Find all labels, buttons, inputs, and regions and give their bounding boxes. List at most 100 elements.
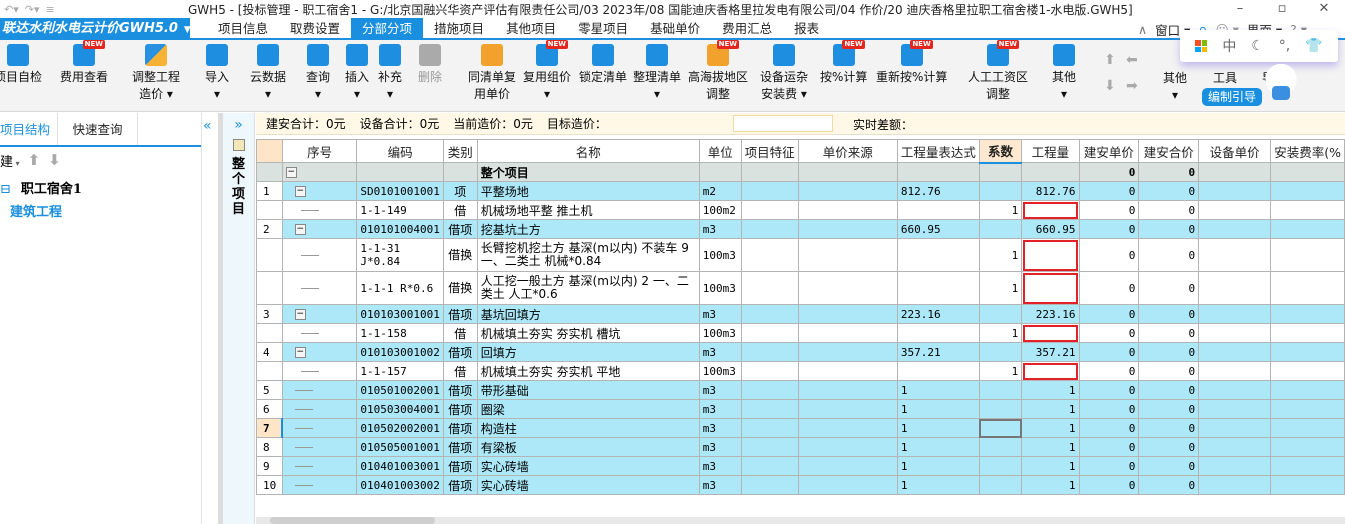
install-rate-cell[interactable] <box>1270 271 1345 305</box>
quantity-expression-cell[interactable]: 1 <box>896 418 980 438</box>
collapse-icon[interactable]: − <box>294 186 306 197</box>
row-number[interactable] <box>256 200 283 220</box>
unit-cell[interactable]: m3 <box>698 304 742 324</box>
quantity-cell[interactable]: 1 <box>1021 475 1080 495</box>
toolbar-button-5[interactable]: 查询 ▾ <box>306 44 330 103</box>
row-number[interactable]: 4 <box>256 342 283 362</box>
tree-cell[interactable] <box>281 361 358 381</box>
quantity-cell[interactable]: 660.95 <box>1021 219 1080 239</box>
quantity-cell[interactable]: 223.16 <box>1021 304 1080 324</box>
total-price-cell[interactable]: 0 <box>1138 304 1200 324</box>
code-cell[interactable]: 1-1-1 R*0.6 <box>356 271 444 305</box>
install-rate-cell[interactable] <box>1270 238 1345 272</box>
tree-cell[interactable] <box>281 271 358 305</box>
price-source-cell[interactable] <box>797 181 898 201</box>
tree-cell[interactable] <box>281 456 358 476</box>
menu-tab-3[interactable]: 措施项目 <box>423 18 495 40</box>
code-cell[interactable]: 1-1-149 <box>356 200 444 220</box>
install-rate-cell[interactable] <box>1270 219 1345 239</box>
name-cell[interactable]: 回填方 <box>476 342 700 362</box>
equipment-price-cell[interactable] <box>1198 200 1272 220</box>
total-price-cell[interactable]: 0 <box>1138 323 1200 343</box>
table-row[interactable]: 10 010401003002 借项 实心砖墙 m3 1 1 0 0 <box>256 475 1345 495</box>
total-price-cell[interactable]: 0 <box>1138 219 1200 239</box>
punctuation-icon[interactable]: °, <box>1279 38 1290 54</box>
equipment-price-cell[interactable] <box>1198 437 1272 457</box>
menu-tab-0[interactable]: 项目信息 <box>207 18 279 40</box>
unit-price-cell[interactable]: 0 <box>1078 342 1140 362</box>
unit-price-cell[interactable]: 0 <box>1078 200 1140 220</box>
code-cell[interactable]: 1-1-158 <box>356 323 444 343</box>
tree-cell[interactable]: − <box>281 162 358 182</box>
total-price-cell[interactable]: 0 <box>1138 181 1200 201</box>
name-cell[interactable]: 平整场地 <box>476 181 700 201</box>
tree-root[interactable]: ⊟ 职工宿舍1 <box>0 177 201 203</box>
row-number[interactable] <box>256 323 283 343</box>
category-cell[interactable]: 借项 <box>442 418 478 438</box>
row-number[interactable]: 6 <box>256 399 283 419</box>
install-rate-cell[interactable] <box>1270 304 1345 324</box>
code-cell[interactable]: 010103001002 <box>356 342 444 362</box>
column-header-2[interactable]: 类别 <box>442 139 478 163</box>
code-cell[interactable]: 010103001001 <box>356 304 444 324</box>
install-rate-cell[interactable] <box>1270 323 1345 343</box>
column-header-4[interactable]: 单位 <box>698 139 742 163</box>
quantity-expression-cell[interactable]: 1 <box>896 475 980 495</box>
table-row[interactable]: 5 010501002001 借项 带形基础 m3 1 1 0 0 <box>256 380 1345 400</box>
price-source-cell[interactable] <box>797 304 898 324</box>
minimize-button[interactable]: – <box>1219 0 1261 18</box>
table-row[interactable]: 6 010503004001 借项 圈梁 m3 1 1 0 0 <box>256 399 1345 419</box>
feature-cell[interactable] <box>740 238 799 272</box>
table-row[interactable]: 2−010101004001 借项 挖基坑土方 m3 660.95 660.95 0 0 <box>256 219 1345 239</box>
category-cell[interactable]: 借换 <box>442 271 478 305</box>
tree-cell[interactable] <box>281 475 358 495</box>
price-source-cell[interactable] <box>797 361 898 381</box>
equipment-price-cell[interactable] <box>1198 342 1272 362</box>
undo-icon[interactable]: ↶▾ <box>4 3 19 16</box>
toolbar-button-13[interactable]: NEW 高海拔地区 调整 <box>688 40 748 103</box>
whole-project-label[interactable]: 整个项目 <box>232 157 246 217</box>
row-number[interactable]: 5 <box>256 380 283 400</box>
quantity-expression-cell[interactable]: 1 <box>896 380 980 400</box>
target-price-input[interactable] <box>733 115 833 132</box>
row-number[interactable]: 2 <box>256 219 283 239</box>
name-cell[interactable]: 长臂挖机挖土方 基深(m以内) 不装车 9 一、二类土 机械*0.84 <box>476 238 700 272</box>
quantity-cell[interactable] <box>1021 162 1080 182</box>
name-cell[interactable]: 圈梁 <box>476 399 700 419</box>
move-right-icon[interactable]: ➡ <box>1126 78 1138 94</box>
tab-quick-query[interactable]: 快速查询 <box>58 113 138 145</box>
toolbar-button-18[interactable]: 其他 ▾ <box>1052 44 1076 103</box>
equipment-price-cell[interactable] <box>1198 418 1272 438</box>
install-rate-cell[interactable] <box>1270 342 1345 362</box>
unit-cell[interactable]: m3 <box>698 456 742 476</box>
unit-price-cell[interactable]: 0 <box>1078 399 1140 419</box>
coefficient-cell[interactable] <box>978 181 1023 201</box>
category-cell[interactable]: 借换 <box>442 238 478 272</box>
toolbar-button-9[interactable]: 同清单复 用单价 <box>468 44 516 103</box>
menu-tab-2[interactable]: 分部分项 <box>351 18 424 40</box>
unit-cell[interactable]: 100m3 <box>698 238 742 272</box>
table-row[interactable]: 1-1-1 R*0.6 借换 人工挖一般土方 基深(m以内) 2 一、二类土 人工*… <box>256 271 1345 305</box>
code-cell[interactable]: 010401003001 <box>356 456 444 476</box>
feature-cell[interactable] <box>740 456 799 476</box>
unit-price-cell[interactable]: 0 <box>1078 323 1140 343</box>
move-up-icon[interactable]: ⬆ <box>1104 52 1116 68</box>
category-cell[interactable]: 借项 <box>442 475 478 495</box>
row-number[interactable] <box>256 271 283 305</box>
menu-tab-5[interactable]: 零星项目 <box>567 18 639 40</box>
coefficient-cell[interactable]: 1 <box>978 200 1023 220</box>
tree-cell[interactable]: − <box>281 342 358 362</box>
code-cell[interactable]: 010101004001 <box>356 219 444 239</box>
install-rate-cell[interactable] <box>1270 361 1345 381</box>
unit-price-cell[interactable]: 0 <box>1078 418 1140 438</box>
app-menu[interactable]: 联达水利水电云计价GWH5.0 ▼ <box>0 18 190 40</box>
row-number[interactable]: 10 <box>256 475 283 495</box>
coefficient-cell[interactable] <box>978 399 1023 419</box>
name-cell[interactable]: 实心砖墙 <box>476 475 700 495</box>
customize-icon[interactable]: ≡ <box>46 3 55 16</box>
quantity-expression-cell[interactable] <box>896 271 980 305</box>
code-cell[interactable]: 010505001001 <box>356 437 444 457</box>
column-header-6[interactable]: 单价来源 <box>797 139 898 163</box>
code-cell[interactable]: 010401003002 <box>356 475 444 495</box>
column-header-5[interactable]: 项目特征 <box>740 139 799 163</box>
